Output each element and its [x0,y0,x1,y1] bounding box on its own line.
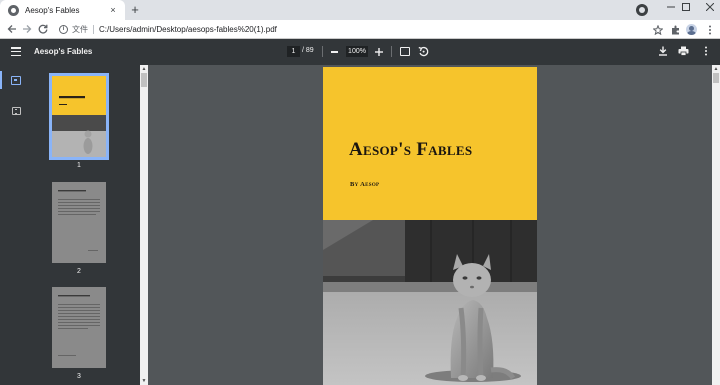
window-close-icon[interactable] [697,0,720,14]
star-icon[interactable] [651,23,665,37]
tab-strip: Aesop's Fables × + [0,0,720,20]
download-icon[interactable] [657,46,669,58]
thumbnail-page-number: 1 [77,162,81,169]
extensions-icon[interactable] [669,23,683,37]
page-number-input[interactable]: 1 [287,46,300,57]
sidebar-rail [0,65,32,385]
zoom-out-icon[interactable] [331,51,338,53]
pdf-toolbar: Aesop's Fables 1 / 89 100% [0,39,720,65]
zoom-level-input[interactable]: 100% [346,46,368,57]
toolbar-divider [322,46,323,57]
info-icon[interactable]: i [59,25,68,34]
tab-search-icon[interactable] [636,4,648,16]
pdf-viewer: Aesop's Fables By Aesop [148,65,712,385]
forward-arrow-icon[interactable] [20,22,34,36]
omnibox-divider [93,25,94,34]
url-text[interactable]: C:/Users/admin/Desktop/aesops-fables%20(… [99,25,277,34]
tab-close-icon[interactable]: × [106,3,120,17]
rail-active-indicator [0,71,2,89]
thumbnail-page-number: 2 [77,268,81,275]
back-arrow-icon[interactable] [5,22,19,36]
outline-view-icon[interactable] [12,107,21,115]
tab-aesops-fables[interactable]: Aesop's Fables × [0,0,125,20]
omnibox-label: 文件 [72,25,88,34]
rotate-icon[interactable] [418,46,429,57]
document-title: Aesop's Fables [34,47,93,56]
thumbnail-image [52,182,106,263]
scrollbar-thumb[interactable] [713,73,719,83]
book-title: Aesop's Fables [349,139,473,160]
thumbnail-image [49,73,109,160]
thumbnails-view-icon[interactable] [11,76,21,85]
maximize-icon[interactable] [673,0,699,14]
reload-icon[interactable] [36,22,50,36]
thumbnail-page-number: 3 [77,373,81,380]
tab-favicon-icon [8,4,19,16]
kebab-menu-icon[interactable] [703,23,717,37]
sidebar-scrollbar[interactable]: ▲ ▼ [140,65,148,385]
new-tab-button[interactable]: + [128,3,142,17]
fit-page-icon[interactable] [400,47,410,56]
toolbar-divider [391,46,392,57]
viewer-scrollbar[interactable]: ▲ [712,65,720,385]
page-total: / 89 [302,47,314,54]
book-author: By Aesop [350,181,380,188]
page-thumbnail-1[interactable]: 1 [49,73,109,169]
zoom-in-icon[interactable] [374,47,384,57]
scroll-up-arrow-icon[interactable]: ▲ [712,65,720,73]
profile-avatar-icon[interactable] [686,24,697,35]
browser-toolbar: i 文件 C:/Users/admin/Desktop/aesops-fable… [0,20,720,39]
scroll-up-arrow-icon[interactable]: ▲ [140,65,148,73]
thumbnail-sidebar: 1 2 3 ▲ ▼ [0,65,148,385]
cat-photo [323,220,537,385]
scrollbar-thumb[interactable] [141,73,147,87]
cover-title-block: Aesop's Fables By Aesop [323,67,537,220]
print-icon[interactable] [677,46,689,58]
tab-title: Aesop's Fables [25,5,80,15]
thumbnail-image [52,287,106,368]
page-thumbnail-2[interactable]: 2 [52,182,106,275]
pdf-page: Aesop's Fables By Aesop [323,67,537,385]
more-icon[interactable] [700,46,712,58]
scroll-down-arrow-icon[interactable]: ▼ [140,377,148,385]
address-bar[interactable]: i 文件 C:/Users/admin/Desktop/aesops-fable… [53,22,666,37]
page-thumbnail-3[interactable]: 3 [52,287,106,380]
menu-icon[interactable] [11,47,21,57]
